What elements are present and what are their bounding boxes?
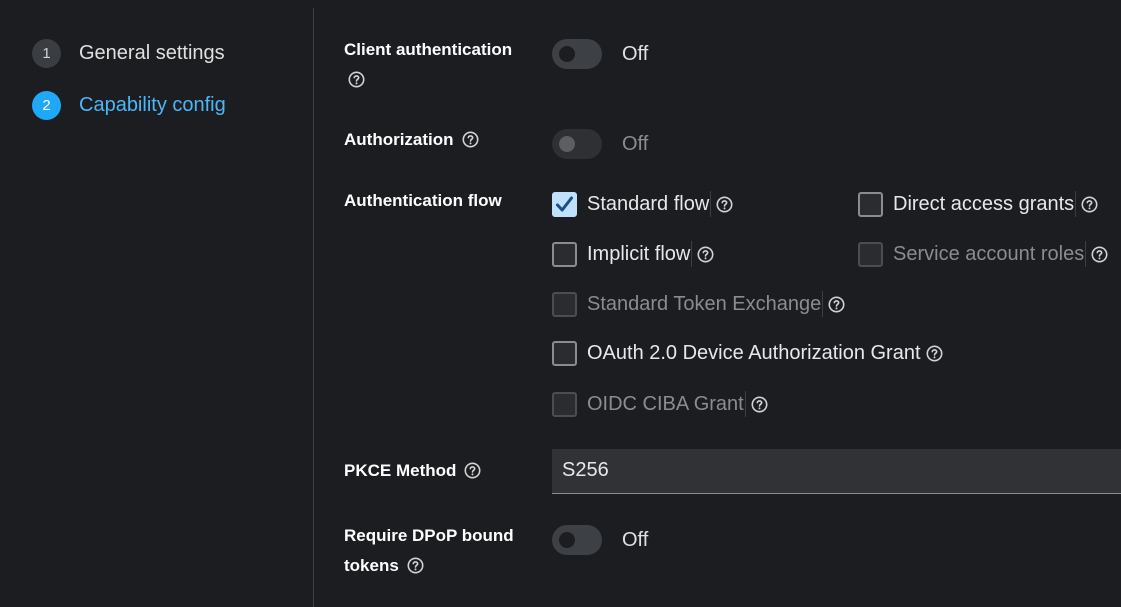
help-icon[interactable]: [926, 345, 943, 362]
step-capability-config[interactable]: 2 Capability config: [32, 91, 226, 120]
standard-token-exchange-checkbox: Standard Token Exchange: [552, 291, 845, 317]
checkbox-box[interactable]: [552, 191, 577, 217]
step-general-settings[interactable]: 1 General settings: [32, 39, 225, 68]
help-icon[interactable]: [462, 131, 479, 148]
help-icon[interactable]: [716, 196, 733, 213]
client-authentication-text: Client authentication: [344, 40, 513, 59]
checkbox-label: Direct access grants: [893, 192, 1075, 215]
help-icon[interactable]: [1081, 196, 1098, 213]
checkbox-box[interactable]: [858, 191, 883, 217]
authentication-flow-label: Authentication flow: [344, 191, 502, 210]
oauth-device-grant-checkbox[interactable]: OAuth 2.0 Device Authorization Grant: [552, 341, 943, 366]
switch-state: Off: [622, 132, 649, 155]
help-icon[interactable]: [828, 296, 845, 313]
switch-knob: [559, 532, 575, 548]
help-icon[interactable]: [751, 396, 768, 413]
checkmark-icon: [556, 196, 573, 211]
dpop-label: Require DPoP bound tokens: [344, 521, 514, 581]
implicit-flow-checkbox[interactable]: Implicit flow: [552, 241, 714, 267]
checkbox-box: [552, 291, 577, 317]
switch-knob: [559, 46, 575, 62]
switch-track: [552, 129, 602, 159]
switch-track: [552, 39, 602, 69]
checkbox-label: Standard flow: [587, 192, 710, 215]
dpop-text-line2: tokens: [344, 556, 399, 575]
step-number: 2: [32, 91, 61, 120]
pkce-method-text: PKCE Method: [344, 461, 457, 480]
direct-access-grants-checkbox[interactable]: Direct access grants: [858, 191, 1098, 217]
checkbox-box: [858, 241, 883, 267]
step-number: 1: [32, 39, 61, 68]
switch-knob: [559, 136, 575, 152]
help-icon[interactable]: [1091, 246, 1108, 263]
checkbox-label: OAuth 2.0 Device Authorization Grant: [587, 342, 921, 364]
client-authentication-label: Client authentication: [344, 35, 512, 95]
checkbox-box[interactable]: [552, 341, 577, 366]
nav-divider: [313, 8, 314, 607]
pkce-method-label: PKCE Method: [344, 456, 481, 486]
dpop-switch[interactable]: Off: [552, 525, 648, 555]
help-icon[interactable]: [464, 462, 481, 479]
wizard-nav: 1 General settings 2 Capability config: [0, 0, 313, 607]
dpop-text-line1: Require DPoP bound: [344, 526, 514, 545]
help-icon[interactable]: [407, 557, 424, 574]
switch-track: [552, 525, 602, 555]
authorization-label: Authorization: [344, 125, 479, 155]
checkbox-label: OIDC CIBA Grant: [587, 392, 744, 415]
pkce-method-select[interactable]: S256: [552, 449, 1121, 494]
help-icon[interactable]: [697, 246, 714, 263]
help-icon[interactable]: [348, 71, 365, 88]
oidc-ciba-grant-checkbox: OIDC CIBA Grant: [552, 391, 768, 417]
client-authentication-switch[interactable]: Off: [552, 39, 648, 69]
service-account-roles-checkbox: Service account roles: [858, 241, 1108, 267]
checkbox-box[interactable]: [552, 241, 577, 267]
authorization-text: Authorization: [344, 130, 454, 149]
checkbox-label: Implicit flow: [587, 242, 691, 265]
switch-state: Off: [622, 42, 649, 65]
authorization-switch: Off: [552, 129, 648, 159]
step-label: General settings: [79, 42, 225, 64]
standard-flow-checkbox[interactable]: Standard flow: [552, 191, 733, 217]
checkbox-box: [552, 391, 577, 417]
step-label: Capability config: [79, 94, 226, 116]
checkbox-label: Service account roles: [893, 242, 1085, 265]
checkbox-label: Standard Token Exchange: [587, 292, 822, 315]
switch-state: Off: [622, 528, 649, 551]
